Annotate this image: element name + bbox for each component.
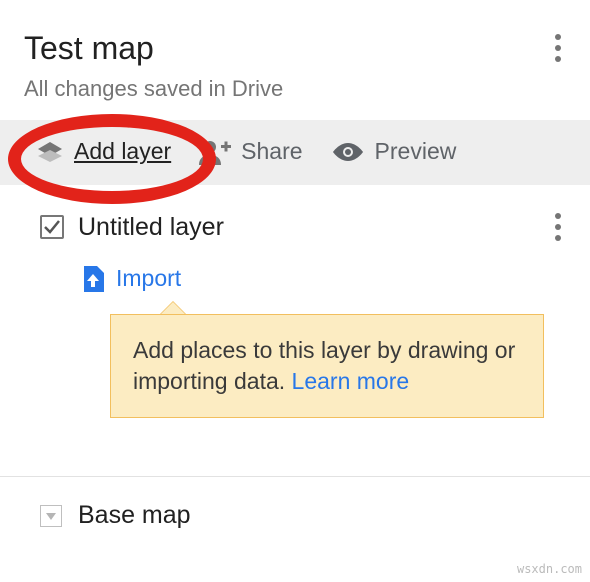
base-map-label: Base map <box>78 501 191 530</box>
toolbar: Add layer Share Preview <box>0 120 590 185</box>
learn-more-link[interactable]: Learn more <box>292 368 410 394</box>
header: Test map <box>0 0 590 76</box>
layers-icon <box>36 140 64 164</box>
layer-name[interactable]: Untitled layer <box>78 213 224 242</box>
layer-header: Untitled layer <box>40 207 570 247</box>
checkmark-icon <box>43 218 61 236</box>
preview-button[interactable]: Preview <box>331 138 457 165</box>
preview-label: Preview <box>375 138 457 165</box>
import-label: Import <box>116 265 181 292</box>
map-editor-panel: Test map All changes saved in Drive Add … <box>0 0 590 530</box>
add-layer-button[interactable]: Add layer <box>36 138 171 165</box>
save-status: All changes saved in Drive <box>0 76 590 120</box>
tooltip-body: Add places to this layer by drawing or i… <box>110 314 544 418</box>
person-add-icon <box>199 139 231 165</box>
import-button[interactable]: Import <box>82 265 181 292</box>
import-tooltip: Add places to this layer by drawing or i… <box>110 314 544 418</box>
map-options-menu[interactable] <box>546 28 570 68</box>
share-label: Share <box>241 138 302 165</box>
map-title[interactable]: Test map <box>24 30 154 67</box>
layer-item: Untitled layer Import Add places to this… <box>0 185 590 418</box>
tooltip-arrow <box>160 301 186 314</box>
share-button[interactable]: Share <box>199 138 302 165</box>
layer-left: Untitled layer <box>40 213 224 242</box>
layer-options-menu[interactable] <box>546 207 570 247</box>
eye-icon <box>331 141 365 163</box>
layer-visibility-checkbox[interactable] <box>40 215 64 239</box>
base-map-toggle[interactable] <box>40 505 62 527</box>
caret-down-icon <box>45 510 57 522</box>
add-layer-label: Add layer <box>74 138 171 165</box>
watermark: wsxdn.com <box>517 562 582 576</box>
upload-file-icon <box>82 266 104 292</box>
base-map-section: Base map <box>0 476 590 530</box>
